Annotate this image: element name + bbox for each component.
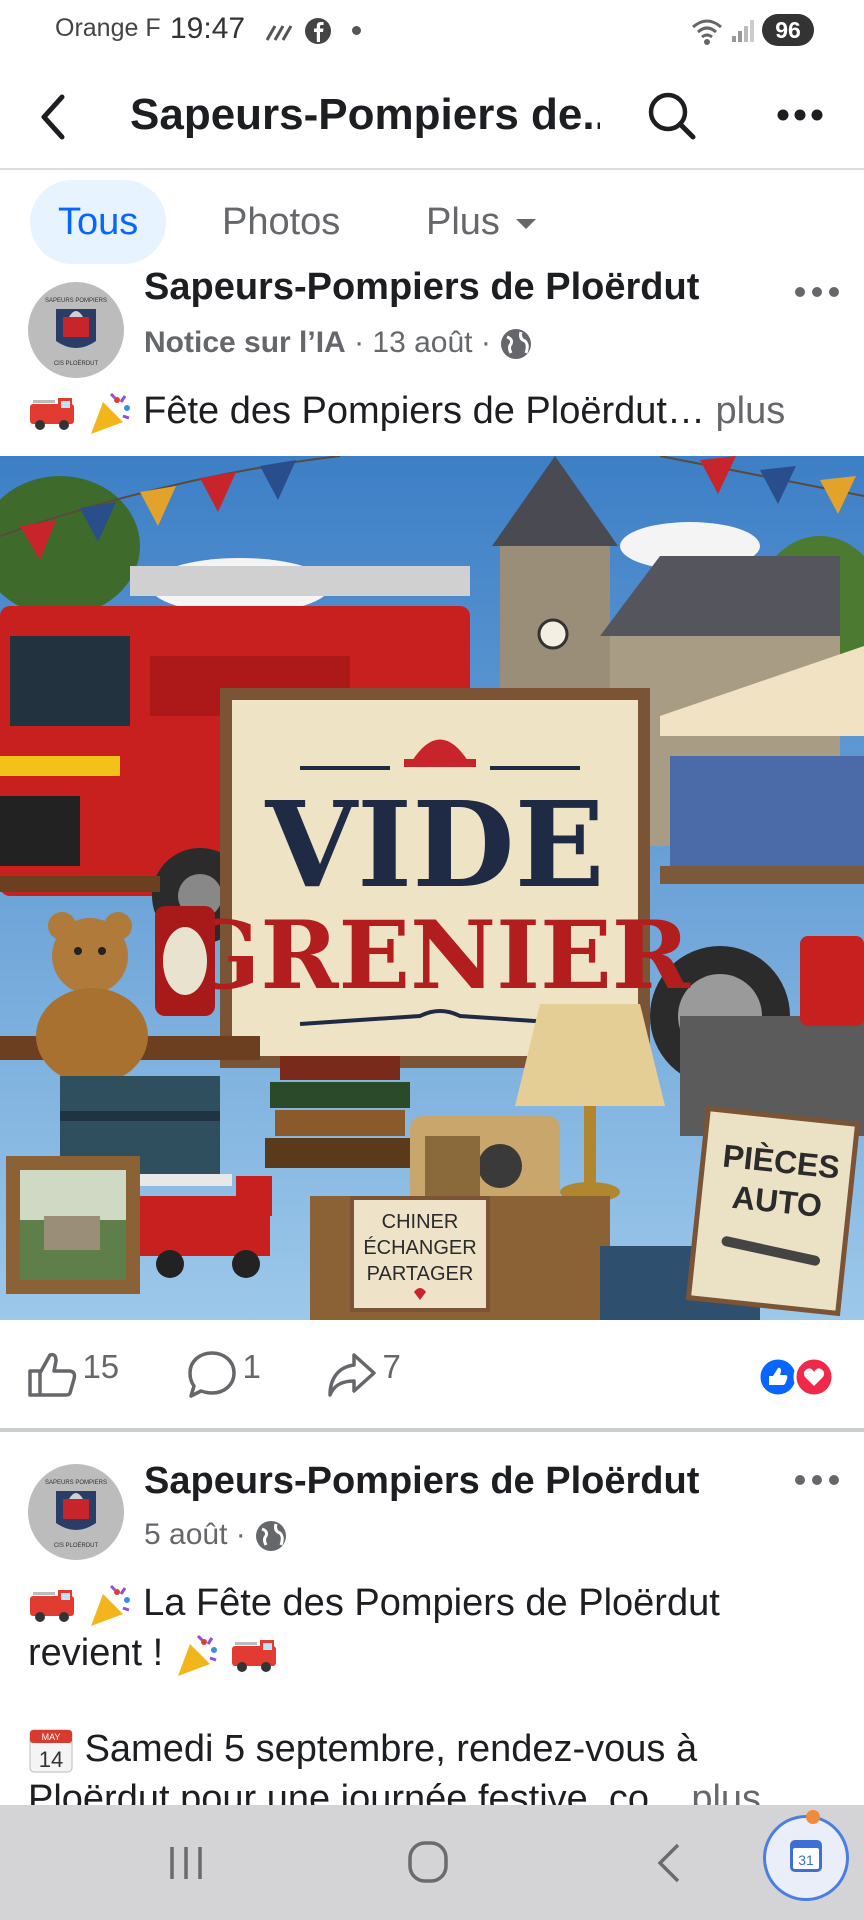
ai-notice-link[interactable]: Notice sur l’IA bbox=[144, 326, 346, 359]
fire-department-crest: SAPEURS POMPIERS CIS PLOËRDUT bbox=[29, 1465, 123, 1559]
page-avatar[interactable]: SAPEURS POMPIERS CIS PLOËRDUT bbox=[28, 1464, 124, 1560]
carrier-label: Orange F bbox=[55, 14, 161, 42]
post-meta: 5 août · bbox=[144, 1518, 288, 1553]
tab-plus[interactable]: Plus bbox=[398, 180, 548, 264]
back-nav-icon[interactable] bbox=[654, 1841, 684, 1885]
system-navigation-bar: 31 bbox=[0, 1805, 864, 1920]
post-author[interactable]: Sapeurs-Pompiers de Ploërdut bbox=[144, 268, 699, 309]
post-author[interactable]: Sapeurs-Pompiers de Ploërdut bbox=[144, 1460, 699, 1503]
comment-button[interactable]: 1 bbox=[186, 1348, 261, 1399]
facebook-notification-icon bbox=[305, 18, 331, 44]
small-sign-line1: CHINER bbox=[382, 1211, 459, 1233]
party-popper-emoji bbox=[177, 1634, 217, 1676]
see-more-link[interactable]: plus bbox=[691, 1778, 761, 1805]
post-text-line2: revient ! bbox=[28, 1632, 164, 1674]
globe-icon bbox=[501, 329, 532, 360]
post-image[interactable]: VIDE GRENIER CHINER ÉCHANGER PARTAGER PI… bbox=[0, 456, 864, 1320]
page-avatar[interactable]: SAPEURS POMPIERS CIS PLOËRDUT bbox=[28, 282, 124, 378]
post-text-line4: Ploërdut pour une journée festive, co... bbox=[28, 1778, 681, 1805]
more-notifications-dot bbox=[352, 26, 361, 35]
tab-photos[interactable]: Photos bbox=[194, 180, 368, 264]
share-count: 7 bbox=[382, 1348, 401, 1385]
post-text-line1: La Fête des Pompiers de Ploërdut bbox=[143, 1582, 720, 1624]
party-popper-emoji bbox=[90, 392, 130, 434]
sign-grenier-text: GRENIER bbox=[180, 901, 691, 1011]
calendar-day: 14 bbox=[39, 1747, 63, 1772]
cell-signal-icon bbox=[732, 20, 754, 42]
small-sign-line3: PARTAGER bbox=[367, 1263, 474, 1285]
wifi-icon bbox=[692, 19, 722, 45]
sign-vide-text: VIDE bbox=[264, 775, 604, 914]
post-card: SAPEURS POMPIERS CIS PLOËRDUT Sapeurs-Po… bbox=[0, 1432, 864, 1805]
tab-tous[interactable]: Tous bbox=[30, 180, 167, 264]
avatar-bottom-text: CIS PLOËRDUT bbox=[54, 360, 99, 367]
avatar-bottom-text: CIS PLOËRDUT bbox=[54, 1542, 99, 1549]
post-date[interactable]: 5 août bbox=[144, 1518, 227, 1551]
share-icon bbox=[328, 1353, 376, 1397]
clock: 19:47 bbox=[170, 12, 246, 45]
vide-grenier-illustration: VIDE GRENIER CHINER ÉCHANGER PARTAGER PI… bbox=[0, 456, 864, 1320]
signal-strength-icon bbox=[265, 25, 293, 41]
share-button[interactable]: 7 bbox=[326, 1348, 401, 1399]
like-icon bbox=[28, 1352, 77, 1397]
back-arrow-icon[interactable] bbox=[34, 92, 74, 142]
fire-truck-emoji bbox=[30, 1589, 74, 1622]
avatar-top-text: SAPEURS POMPIERS bbox=[45, 1480, 107, 1486]
party-popper-emoji bbox=[90, 1584, 130, 1626]
avatar-top-text: SAPEURS POMPIERS bbox=[45, 298, 107, 304]
reactions-summary-icon[interactable] bbox=[756, 1356, 838, 1398]
page-title: Sapeurs-Pompiers de... bbox=[130, 90, 600, 139]
like-count: 15 bbox=[82, 1348, 120, 1385]
calendar-icon: 31 bbox=[790, 1840, 822, 1872]
caret-down-icon bbox=[516, 218, 537, 229]
home-icon[interactable] bbox=[406, 1839, 450, 1885]
post-options-icon[interactable] bbox=[794, 1474, 840, 1486]
post-text-body: Fête des Pompiers de Ploërdut… bbox=[143, 390, 705, 432]
see-more-link[interactable]: plus bbox=[716, 390, 786, 432]
more-options-icon[interactable] bbox=[776, 108, 824, 122]
battery-level: 96 bbox=[762, 14, 814, 46]
fire-truck-emoji bbox=[232, 1639, 277, 1672]
post-actions: 15 1 7 bbox=[0, 1320, 864, 1424]
comment-count: 1 bbox=[242, 1348, 261, 1385]
calendar-app-bubble[interactable]: 31 bbox=[763, 1810, 849, 1901]
small-sign-line2: ÉCHANGER bbox=[363, 1236, 476, 1259]
tab-plus-label: Plus bbox=[426, 201, 500, 243]
status-bar: Orange F 19:47 96 bbox=[0, 0, 864, 62]
like-button[interactable]: 15 bbox=[26, 1348, 119, 1399]
calendar-bubble-day: 31 bbox=[798, 1852, 814, 1868]
calendar-month: MAY bbox=[42, 1732, 61, 1742]
fire-department-crest: SAPEURS POMPIERS CIS PLOËRDUT bbox=[29, 283, 123, 377]
post-text: Fête des Pompiers de Ploërdut… plus bbox=[28, 386, 785, 436]
post-card: SAPEURS POMPIERS CIS PLOËRDUT Sapeurs-Po… bbox=[0, 268, 864, 1428]
post-options-icon[interactable] bbox=[794, 286, 840, 298]
comment-icon bbox=[188, 1351, 236, 1398]
post-meta: Notice sur l’IA · 13 août · bbox=[144, 326, 533, 361]
calendar-emoji: MAY 14 bbox=[29, 1729, 73, 1773]
post-text-line3: Samedi 5 septembre, rendez-vous à bbox=[84, 1728, 698, 1770]
recent-apps-icon[interactable] bbox=[166, 1843, 206, 1883]
post-text: La Fête des Pompiers de Ploërdut revient… bbox=[28, 1578, 761, 1805]
fire-truck-emoji bbox=[30, 397, 74, 430]
page-header: Sapeurs-Pompiers de... bbox=[0, 62, 864, 170]
notification-dot bbox=[806, 1810, 820, 1824]
globe-icon bbox=[256, 1521, 287, 1552]
search-icon[interactable] bbox=[646, 90, 698, 142]
post-date[interactable]: 13 août bbox=[372, 326, 472, 359]
